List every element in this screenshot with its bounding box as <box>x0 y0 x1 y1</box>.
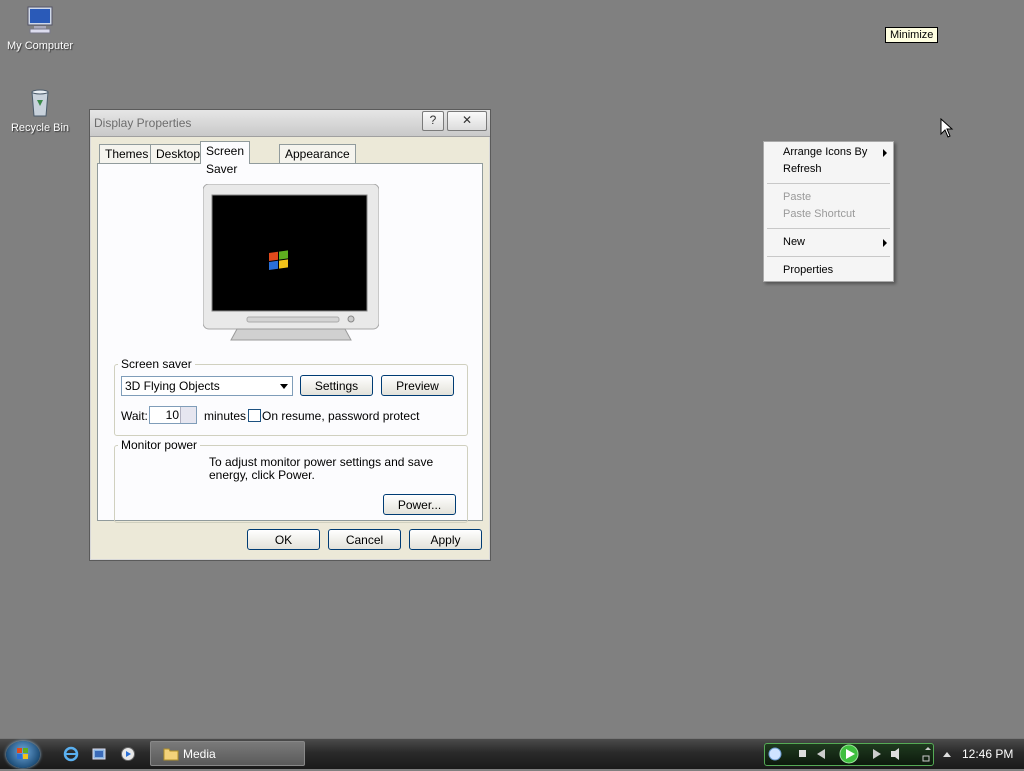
dialog-title: Display Properties <box>94 116 192 130</box>
submenu-arrow-icon <box>883 239 887 247</box>
taskbar: Media 12:46 PM <box>0 738 1024 769</box>
monitor-power-group-label: Monitor power <box>118 438 201 452</box>
desktop-icon-recycle-bin[interactable]: Recycle Bin <box>0 86 80 134</box>
settings-button[interactable]: Settings <box>300 375 373 396</box>
start-button[interactable] <box>6 741 40 768</box>
desktop-icon-my-computer[interactable]: My Computer <box>0 4 80 52</box>
spin-up-button[interactable] <box>180 407 196 415</box>
desktop-icon-label: My Computer <box>6 40 74 52</box>
menu-item-label: Arrange Icons By <box>783 146 868 158</box>
menu-item-label: Refresh <box>783 163 822 175</box>
folder-icon <box>163 748 179 761</box>
menu-item-paste-shortcut: Paste Shortcut <box>764 206 893 223</box>
screen-saver-panel: Screen saver 3D Flying Objects Settings … <box>97 163 483 523</box>
menu-item-paste: Paste <box>764 189 893 206</box>
apply-button[interactable]: Apply <box>409 529 482 550</box>
menu-item-new[interactable]: New <box>764 234 893 251</box>
spin-down-button[interactable] <box>180 415 196 423</box>
taskbar-button-label: Media <box>183 747 216 761</box>
wait-minutes-stepper[interactable]: 10 <box>149 406 197 424</box>
taskbar-button-media[interactable]: Media <box>150 741 305 766</box>
screen-saver-group-label: Screen saver <box>118 357 195 371</box>
menu-separator <box>767 228 890 229</box>
menu-item-label: Paste <box>783 191 812 203</box>
tab-themes[interactable]: Themes <box>99 144 155 163</box>
help-button[interactable]: ? <box>422 111 444 131</box>
show-hidden-icons-icon[interactable] <box>942 749 952 759</box>
screen-saver-select[interactable]: 3D Flying Objects <box>121 376 293 396</box>
internet-explorer-icon[interactable] <box>63 746 79 762</box>
password-protect-checkbox[interactable] <box>248 409 261 422</box>
close-button[interactable]: ✕ <box>447 111 487 131</box>
cancel-button[interactable]: Cancel <box>328 529 401 550</box>
desktop-icon-label: Recycle Bin <box>10 122 70 134</box>
menu-item-properties[interactable]: Properties <box>764 262 893 279</box>
menu-separator <box>767 183 890 184</box>
password-protect-label[interactable]: On resume, password protect <box>262 409 419 423</box>
tab-desktop[interactable]: Desktop <box>150 144 207 163</box>
recycle-bin-icon <box>24 86 56 118</box>
mouse-cursor-icon <box>940 118 954 138</box>
ok-button[interactable]: OK <box>247 529 320 550</box>
show-desktop-icon[interactable] <box>91 746 107 762</box>
monitor-power-description: To adjust monitor power settings and sav… <box>209 455 434 482</box>
tab-appearance[interactable]: Appearance <box>279 144 356 163</box>
tab-screen-saver[interactable]: Screen Saver <box>200 141 251 176</box>
menu-separator <box>767 256 890 257</box>
power-button[interactable]: Power... <box>383 494 456 515</box>
chevron-down-icon <box>280 384 288 389</box>
wait-minutes-value: 10 <box>165 408 179 422</box>
minutes-label: minutes <box>204 409 247 423</box>
monitor-preview-icon <box>203 184 379 341</box>
menu-item-refresh[interactable]: Refresh <box>764 161 893 178</box>
menu-item-label: New <box>783 236 806 248</box>
preview-button[interactable]: Preview <box>381 375 454 396</box>
clock[interactable]: 12:46 PM <box>962 747 1013 761</box>
menu-item-arrange-icons-by[interactable]: Arrange Icons By <box>764 144 893 161</box>
submenu-arrow-icon <box>883 149 887 157</box>
wait-label: Wait: <box>121 409 148 423</box>
media-player-toolbar[interactable] <box>764 743 934 766</box>
menu-item-label: Properties <box>783 264 834 276</box>
display-properties-dialog: Display Properties ? ✕ Themes Desktop Sc… <box>89 109 491 561</box>
media-controls-icon <box>768 744 931 764</box>
media-player-icon[interactable] <box>120 746 136 762</box>
minimize-tooltip: Minimize <box>885 27 939 43</box>
desktop-context-menu: Arrange Icons By Refresh Paste Paste Sho… <box>763 141 894 282</box>
windows-logo-icon <box>17 748 28 759</box>
dialog-titlebar[interactable]: Display Properties ? ✕ <box>90 110 490 137</box>
computer-icon <box>24 4 56 36</box>
menu-item-label: Paste Shortcut <box>783 208 856 220</box>
screen-saver-select-value: 3D Flying Objects <box>125 379 220 393</box>
